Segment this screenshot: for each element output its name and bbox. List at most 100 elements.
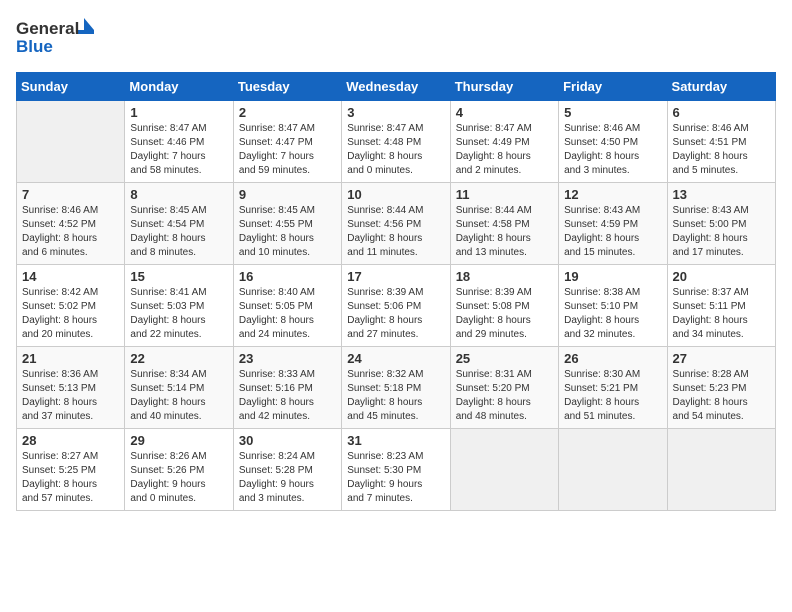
calendar-week-row: 14Sunrise: 8:42 AM Sunset: 5:02 PM Dayli… (17, 265, 776, 347)
day-number: 28 (22, 433, 119, 448)
calendar-cell: 10 Sunrise: 8:44 AM Sunset: 4:56 PM Dayli… (342, 183, 450, 265)
day-info: Sunrise: 8:47 AM Sunset: 4:46 PM Dayligh… (130, 122, 227, 178)
day-number: 23 (239, 351, 336, 366)
day-info: Sunrise: 8:44 AM Sunset: 4:56 PM Dayligh… (347, 204, 444, 260)
day-info: Sunrise: 8:23 AM Sunset: 5:30 PM Dayligh… (347, 450, 444, 506)
day-number: 6 (673, 105, 770, 120)
day-info: Sunrise: 8:47 AM Sunset: 4:47 PM Dayligh… (239, 122, 336, 178)
calendar-table: SundayMondayTuesdayWednesdayThursdayFrid… (16, 72, 776, 511)
calendar-cell: 24 Sunrise: 8:32 AM Sunset: 5:18 PM Dayli… (342, 347, 450, 429)
day-info: Sunrise: 8:45 AM Sunset: 4:55 PM Dayligh… (239, 204, 336, 260)
calendar-cell: 9 Sunrise: 8:45 AM Sunset: 4:55 PM Daylig… (233, 183, 341, 265)
day-number: 2 (239, 105, 336, 120)
day-info: Sunrise: 8:30 AM Sunset: 5:21 PM Dayligh… (564, 368, 661, 424)
day-number: 24 (347, 351, 444, 366)
day-info: Sunrise: 8:34 AM Sunset: 5:14 PM Dayligh… (130, 368, 227, 424)
calendar-cell: 29Sunrise: 8:26 AM Sunset: 5:26 PM Dayli… (125, 429, 233, 511)
day-number: 26 (564, 351, 661, 366)
day-info: Sunrise: 8:33 AM Sunset: 5:16 PM Dayligh… (239, 368, 336, 424)
day-info: Sunrise: 8:31 AM Sunset: 5:20 PM Dayligh… (456, 368, 553, 424)
calendar-cell: 21 Sunrise: 8:36 AM Sunset: 5:13 PM Dayli… (17, 347, 125, 429)
day-info: Sunrise: 8:27 AM Sunset: 5:25 PM Dayligh… (22, 450, 119, 506)
day-number: 25 (456, 351, 553, 366)
svg-text:General: General (16, 19, 79, 38)
day-number: 5 (564, 105, 661, 120)
calendar-cell: 20Sunrise: 8:37 AM Sunset: 5:11 PM Dayli… (667, 265, 775, 347)
day-number: 8 (130, 187, 227, 202)
calendar-dow-sunday: Sunday (17, 73, 125, 101)
calendar-cell: 5Sunrise: 8:46 AM Sunset: 4:50 PM Daylig… (559, 101, 667, 183)
calendar-cell: 4 Sunrise: 8:47 AM Sunset: 4:49 PM Daylig… (450, 101, 558, 183)
calendar-cell (667, 429, 775, 511)
calendar-header-row: SundayMondayTuesdayWednesdayThursdayFrid… (17, 73, 776, 101)
day-number: 22 (130, 351, 227, 366)
day-info: Sunrise: 8:38 AM Sunset: 5:10 PM Dayligh… (564, 286, 661, 342)
calendar-cell: 17 Sunrise: 8:39 AM Sunset: 5:06 PM Dayli… (342, 265, 450, 347)
calendar-week-row: 21 Sunrise: 8:36 AM Sunset: 5:13 PM Dayli… (17, 347, 776, 429)
day-number: 16 (239, 269, 336, 284)
calendar-cell: 19Sunrise: 8:38 AM Sunset: 5:10 PM Dayli… (559, 265, 667, 347)
day-info: Sunrise: 8:46 AM Sunset: 4:51 PM Dayligh… (673, 122, 770, 178)
day-number: 20 (673, 269, 770, 284)
calendar-cell: 18 Sunrise: 8:39 AM Sunset: 5:08 PM Dayli… (450, 265, 558, 347)
calendar-cell: 30 Sunrise: 8:24 AM Sunset: 5:28 PM Dayli… (233, 429, 341, 511)
calendar-cell: 31 Sunrise: 8:23 AM Sunset: 5:30 PM Dayli… (342, 429, 450, 511)
calendar-dow-friday: Friday (559, 73, 667, 101)
calendar-dow-wednesday: Wednesday (342, 73, 450, 101)
day-info: Sunrise: 8:44 AM Sunset: 4:58 PM Dayligh… (456, 204, 553, 260)
day-number: 27 (673, 351, 770, 366)
day-info: Sunrise: 8:47 AM Sunset: 4:49 PM Dayligh… (456, 122, 553, 178)
page-header: GeneralBlue (16, 16, 776, 60)
calendar-cell: 6 Sunrise: 8:46 AM Sunset: 4:51 PM Daylig… (667, 101, 775, 183)
day-info: Sunrise: 8:43 AM Sunset: 5:00 PM Dayligh… (673, 204, 770, 260)
day-info: Sunrise: 8:39 AM Sunset: 5:08 PM Dayligh… (456, 286, 553, 342)
calendar-cell: 3Sunrise: 8:47 AM Sunset: 4:48 PM Daylig… (342, 101, 450, 183)
calendar-dow-tuesday: Tuesday (233, 73, 341, 101)
day-number: 18 (456, 269, 553, 284)
calendar-cell: 13 Sunrise: 8:43 AM Sunset: 5:00 PM Dayli… (667, 183, 775, 265)
calendar-dow-monday: Monday (125, 73, 233, 101)
calendar-cell (559, 429, 667, 511)
day-info: Sunrise: 8:32 AM Sunset: 5:18 PM Dayligh… (347, 368, 444, 424)
day-number: 12 (564, 187, 661, 202)
day-number: 11 (456, 187, 553, 202)
calendar-dow-thursday: Thursday (450, 73, 558, 101)
day-number: 9 (239, 187, 336, 202)
day-info: Sunrise: 8:39 AM Sunset: 5:06 PM Dayligh… (347, 286, 444, 342)
day-number: 29 (130, 433, 227, 448)
calendar-cell (17, 101, 125, 183)
day-number: 15 (130, 269, 227, 284)
day-info: Sunrise: 8:47 AM Sunset: 4:48 PM Dayligh… (347, 122, 444, 178)
day-number: 14 (22, 269, 119, 284)
calendar-cell: 2 Sunrise: 8:47 AM Sunset: 4:47 PM Daylig… (233, 101, 341, 183)
calendar-week-row: 7 Sunrise: 8:46 AM Sunset: 4:52 PM Daylig… (17, 183, 776, 265)
calendar-cell: 1 Sunrise: 8:47 AM Sunset: 4:46 PM Daylig… (125, 101, 233, 183)
logo-svg: GeneralBlue (16, 16, 96, 60)
calendar-cell: 8 Sunrise: 8:45 AM Sunset: 4:54 PM Daylig… (125, 183, 233, 265)
calendar-cell: 26 Sunrise: 8:30 AM Sunset: 5:21 PM Dayli… (559, 347, 667, 429)
day-info: Sunrise: 8:36 AM Sunset: 5:13 PM Dayligh… (22, 368, 119, 424)
calendar-cell: 23 Sunrise: 8:33 AM Sunset: 5:16 PM Dayli… (233, 347, 341, 429)
calendar-cell: 28 Sunrise: 8:27 AM Sunset: 5:25 PM Dayli… (17, 429, 125, 511)
calendar-week-row: 28 Sunrise: 8:27 AM Sunset: 5:25 PM Dayli… (17, 429, 776, 511)
day-info: Sunrise: 8:46 AM Sunset: 4:52 PM Dayligh… (22, 204, 119, 260)
calendar-cell: 11 Sunrise: 8:44 AM Sunset: 4:58 PM Dayli… (450, 183, 558, 265)
day-info: Sunrise: 8:41 AM Sunset: 5:03 PM Dayligh… (130, 286, 227, 342)
day-number: 21 (22, 351, 119, 366)
calendar-cell: 7 Sunrise: 8:46 AM Sunset: 4:52 PM Daylig… (17, 183, 125, 265)
day-number: 31 (347, 433, 444, 448)
day-number: 17 (347, 269, 444, 284)
day-number: 1 (130, 105, 227, 120)
calendar-cell: 25 Sunrise: 8:31 AM Sunset: 5:20 PM Dayli… (450, 347, 558, 429)
day-number: 7 (22, 187, 119, 202)
day-info: Sunrise: 8:45 AM Sunset: 4:54 PM Dayligh… (130, 204, 227, 260)
day-number: 13 (673, 187, 770, 202)
day-info: Sunrise: 8:24 AM Sunset: 5:28 PM Dayligh… (239, 450, 336, 506)
calendar-cell (450, 429, 558, 511)
day-number: 30 (239, 433, 336, 448)
day-number: 10 (347, 187, 444, 202)
calendar-cell: 15 Sunrise: 8:41 AM Sunset: 5:03 PM Dayli… (125, 265, 233, 347)
day-number: 4 (456, 105, 553, 120)
day-info: Sunrise: 8:28 AM Sunset: 5:23 PM Dayligh… (673, 368, 770, 424)
calendar-week-row: 1 Sunrise: 8:47 AM Sunset: 4:46 PM Daylig… (17, 101, 776, 183)
